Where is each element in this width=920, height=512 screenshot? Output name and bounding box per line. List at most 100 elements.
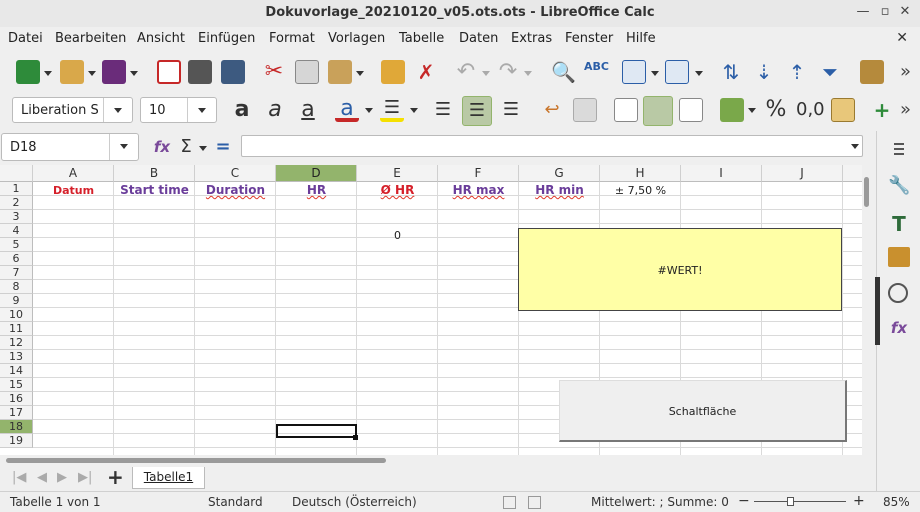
maximize-icon[interactable]: ▫	[876, 3, 894, 21]
column-dropdown-icon[interactable]	[695, 71, 703, 76]
clone-formatting-icon[interactable]	[381, 60, 405, 84]
row-header-8[interactable]: 8	[0, 280, 33, 294]
first-sheet-icon[interactable]: |◀	[12, 470, 26, 485]
number-format-icon[interactable]: 0,0	[796, 98, 825, 122]
expand-formula-icon[interactable]	[851, 144, 859, 149]
undo-dropdown-icon[interactable]	[482, 71, 490, 76]
save-dropdown-icon[interactable]	[130, 71, 138, 76]
autofilter-icon[interactable]: ⏷	[818, 60, 842, 84]
row-header-17[interactable]: 17	[0, 406, 33, 420]
column-header-a[interactable]: A	[33, 165, 114, 182]
status-page-style[interactable]: Standard	[208, 495, 263, 509]
next-sheet-icon[interactable]: ▶	[57, 470, 67, 485]
italic-icon[interactable]: a	[263, 98, 287, 122]
row-header-9[interactable]: 9	[0, 294, 33, 308]
row-header-16[interactable]: 16	[0, 392, 33, 406]
menu-tabelle[interactable]: Tabelle	[399, 31, 444, 46]
highlight-color-icon[interactable]: ☰	[380, 98, 404, 122]
cell-g1[interactable]: HR min	[519, 183, 600, 197]
menu-extras[interactable]: Extras	[511, 31, 552, 46]
zoom-slider-track[interactable]	[754, 501, 846, 502]
styles-icon[interactable]: T	[888, 213, 910, 235]
zoom-slider-thumb[interactable]	[787, 497, 794, 506]
last-sheet-icon[interactable]: ▶|	[78, 470, 92, 485]
name-box-dropdown-icon[interactable]	[109, 134, 138, 160]
menu-daten[interactable]: Daten	[459, 31, 498, 46]
column-header-d[interactable]: D	[276, 165, 357, 182]
row-header-19[interactable]: 19	[0, 434, 33, 448]
horizontal-scroll-thumb[interactable]	[6, 458, 386, 463]
row-header-13[interactable]: 13	[0, 350, 33, 364]
close-document-icon[interactable]: ✕	[896, 30, 908, 46]
underline-icon[interactable]: a	[296, 98, 320, 122]
row-header-6[interactable]: 6	[0, 252, 33, 266]
row-header-18[interactable]: 18	[0, 420, 33, 434]
cell-h1[interactable]: ± 7,50 %	[600, 184, 681, 197]
column-header-f[interactable]: F	[438, 165, 519, 182]
open-folder-icon[interactable]	[60, 60, 84, 84]
close-window-icon[interactable]: ✕	[896, 3, 914, 21]
new-dropdown-icon[interactable]	[44, 71, 52, 76]
menu-bearbeiten[interactable]: Bearbeiten	[55, 31, 126, 46]
zoom-in-icon[interactable]: +	[853, 493, 865, 509]
functions-icon[interactable]: fx	[888, 317, 910, 339]
insert-image-icon[interactable]	[860, 60, 884, 84]
textbox-shape[interactable]: #WERT!	[518, 228, 842, 311]
export-pdf-icon[interactable]	[157, 60, 181, 84]
menu-fenster[interactable]: Fenster	[565, 31, 613, 46]
cell-b1[interactable]: Start time	[114, 183, 195, 197]
paste-icon[interactable]	[328, 60, 352, 84]
document-modified-icon[interactable]	[528, 496, 541, 509]
horizontal-scrollbar[interactable]	[0, 455, 862, 467]
align-bottom-icon[interactable]	[679, 98, 703, 122]
spreadsheet-grid[interactable]: A B C D E F G H I J 1 2 3 4 5 6 7 8 9 10…	[0, 165, 870, 455]
align-top-icon[interactable]	[614, 98, 638, 122]
align-left-icon[interactable]: ☰	[431, 98, 455, 122]
row-dropdown-icon[interactable]	[651, 71, 659, 76]
currency-dropdown-icon[interactable]	[748, 108, 756, 113]
column-header-b[interactable]: B	[114, 165, 195, 182]
menu-vorlagen[interactable]: Vorlagen	[328, 31, 385, 46]
function-wizard-icon[interactable]: fx	[150, 136, 174, 160]
select-all-corner[interactable]	[0, 165, 33, 182]
font-color-icon[interactable]: a	[335, 98, 359, 122]
column-header-h[interactable]: H	[600, 165, 681, 182]
row-header-1[interactable]: 1	[0, 182, 33, 196]
save-icon[interactable]	[102, 60, 126, 84]
bold-icon[interactable]: a	[230, 98, 254, 122]
new-spreadsheet-icon[interactable]	[16, 60, 40, 84]
properties-wrench-icon[interactable]: 🔧	[888, 175, 910, 197]
column-header-g[interactable]: G	[519, 165, 600, 182]
row-header-5[interactable]: 5	[0, 238, 33, 252]
row-header-2[interactable]: 2	[0, 196, 33, 210]
align-right-icon[interactable]: ☰	[499, 98, 523, 122]
sidebar-collapse-handle[interactable]	[875, 277, 880, 345]
menu-datei[interactable]: Datei	[8, 31, 43, 46]
font-color-dropdown-icon[interactable]	[365, 108, 373, 113]
add-sheet-icon[interactable]: +	[107, 465, 124, 489]
percent-format-icon[interactable]: %	[764, 98, 788, 122]
status-language[interactable]: Deutsch (Österreich)	[292, 495, 417, 509]
row-header-14[interactable]: 14	[0, 364, 33, 378]
sum-dropdown-icon[interactable]	[199, 146, 207, 151]
column-icon[interactable]	[665, 60, 689, 84]
cell-e1[interactable]: Ø HR	[357, 183, 438, 197]
date-format-icon[interactable]	[831, 98, 855, 122]
redo-icon[interactable]: ↷	[496, 60, 520, 84]
menu-ansicht[interactable]: Ansicht	[137, 31, 185, 46]
print-icon[interactable]	[188, 60, 212, 84]
cell-f1[interactable]: HR max	[438, 183, 519, 197]
formula-equals-icon[interactable]: =	[211, 136, 235, 160]
column-header-j[interactable]: J	[762, 165, 843, 182]
cut-icon[interactable]: ✂	[262, 60, 286, 84]
find-replace-icon[interactable]: 🔍	[551, 60, 576, 84]
sort-icon[interactable]: ⇅	[719, 60, 743, 84]
gallery-icon[interactable]	[888, 247, 910, 267]
column-header-i[interactable]: I	[681, 165, 762, 182]
align-center-icon[interactable]: ☰	[462, 96, 492, 126]
copy-icon[interactable]	[295, 60, 319, 84]
navigator-icon[interactable]	[888, 283, 908, 303]
vertical-scroll-thumb[interactable]	[864, 177, 869, 207]
sum-icon[interactable]: Σ	[174, 136, 198, 160]
highlight-dropdown-icon[interactable]	[410, 108, 418, 113]
